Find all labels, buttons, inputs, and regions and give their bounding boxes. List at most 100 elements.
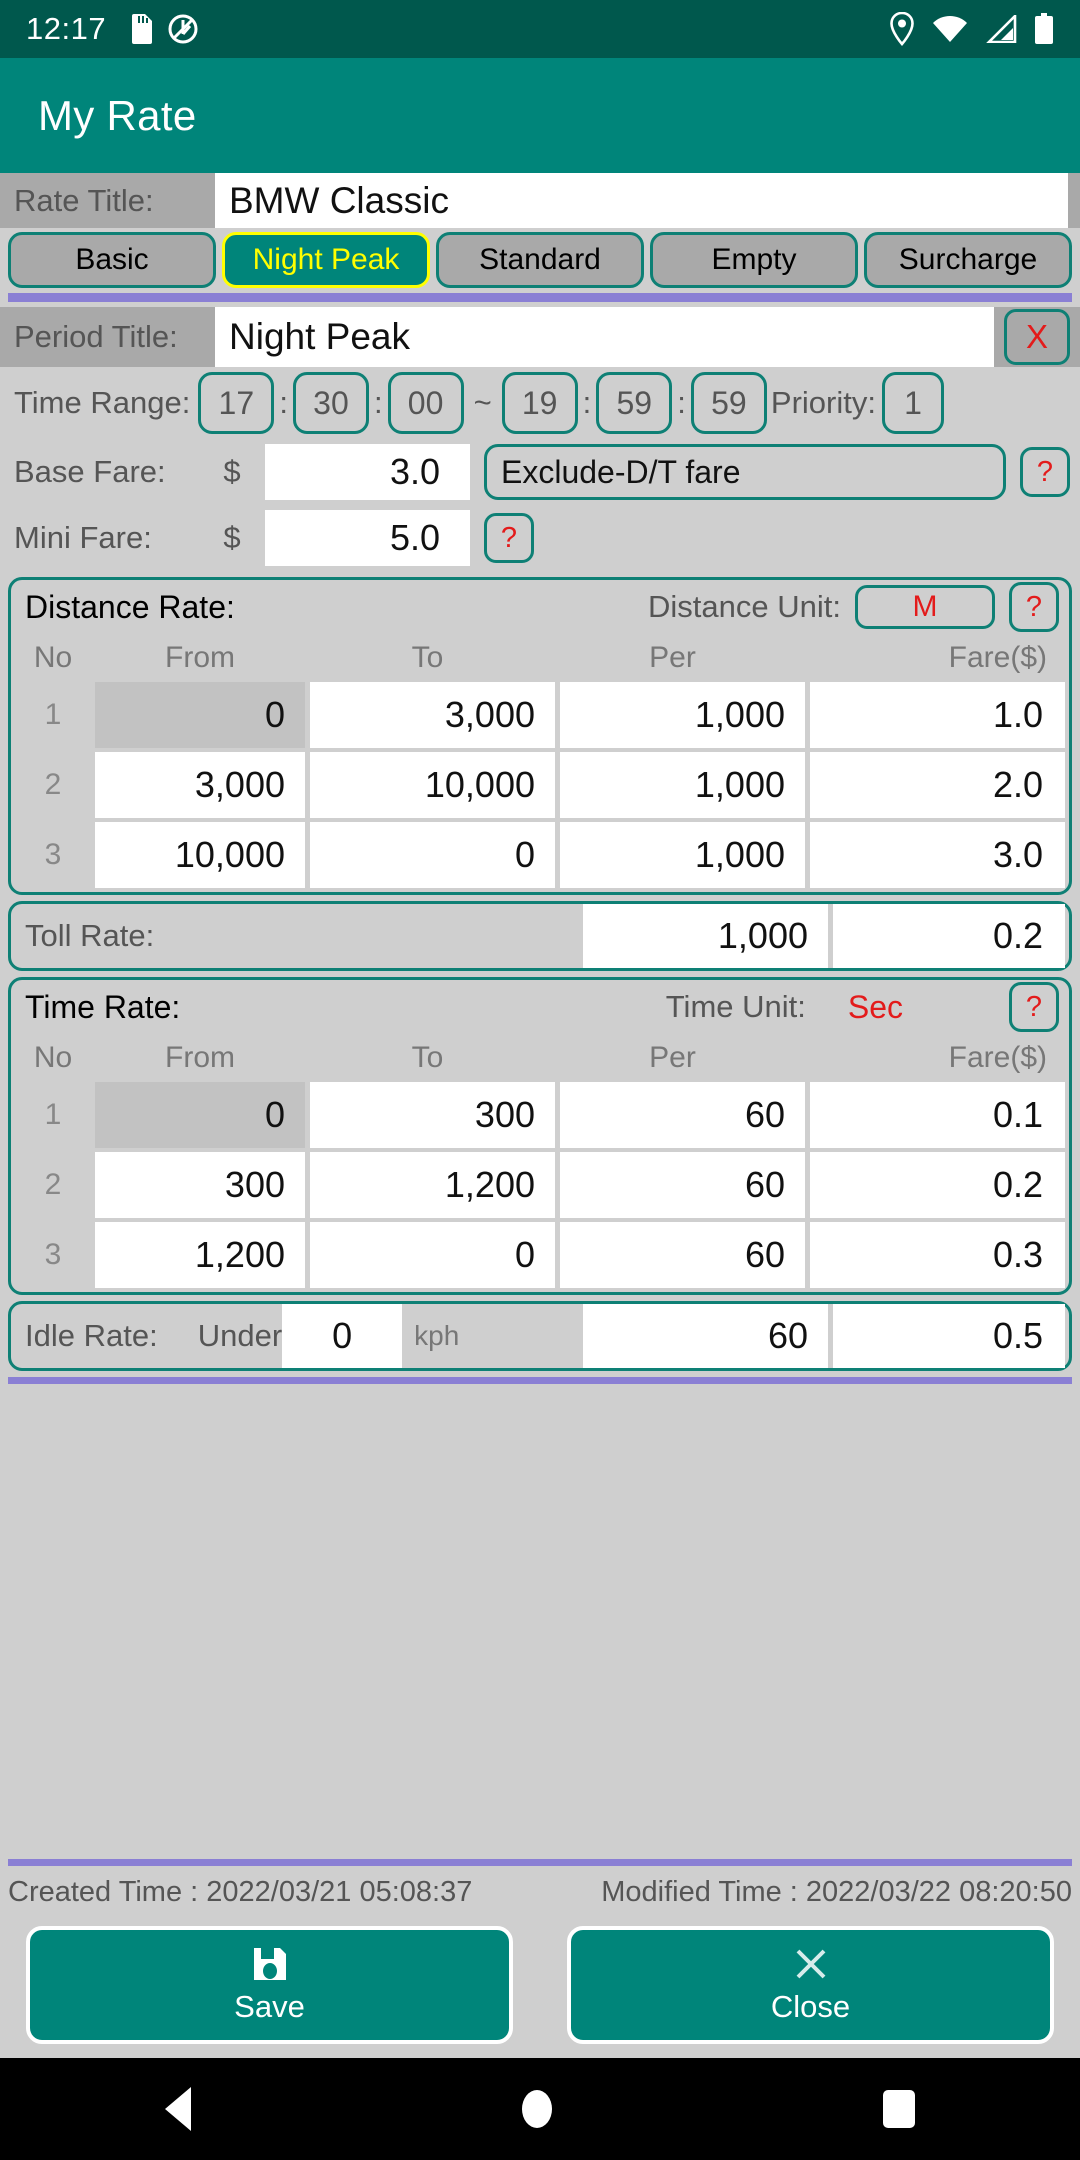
time-per-input[interactable]: 60	[560, 1082, 805, 1148]
tab-surcharge[interactable]: Surcharge	[864, 232, 1072, 288]
content-area: Rate Title: BMW Classic Basic Night Peak…	[0, 173, 1080, 2058]
status-left-icons	[128, 14, 198, 44]
close-x-icon	[796, 1949, 825, 1979]
end-second-input[interactable]: 59	[690, 372, 767, 434]
tab-empty[interactable]: Empty	[650, 232, 858, 288]
save-button[interactable]: Save	[26, 1926, 513, 2044]
distance-per-input[interactable]: 1,000	[560, 752, 805, 818]
time-unit-value[interactable]: Sec	[848, 989, 903, 1026]
divider-below-rates	[8, 1377, 1072, 1384]
start-minute-input[interactable]: 30	[292, 372, 369, 434]
base-fare-help-icon[interactable]: ?	[1020, 447, 1070, 497]
table-row: 2 300 1,200 60 0.2	[11, 1152, 1069, 1218]
idle-rate-row: Idle Rate: Under 0 kph 60 0.5	[11, 1304, 1069, 1368]
status-right-icons	[889, 12, 1054, 46]
distance-fare-input[interactable]: 1.0	[810, 682, 1065, 748]
back-icon[interactable]	[165, 2087, 192, 2131]
distance-to-input[interactable]: 10,000	[310, 752, 555, 818]
base-fare-input[interactable]: 3.0	[265, 444, 470, 500]
tab-standard[interactable]: Standard	[436, 232, 644, 288]
period-title-input[interactable]: Night Peak	[215, 307, 994, 367]
rate-title-label: Rate Title:	[0, 173, 215, 228]
distance-from-input[interactable]: 10,000	[95, 822, 305, 888]
col-no: No	[33, 641, 73, 674]
distance-to-input[interactable]: 3,000	[310, 682, 555, 748]
distance-unit-label: Distance Unit:	[648, 589, 841, 624]
page-title: My Rate	[38, 91, 197, 139]
table-row: 2 3,000 10,000 1,000 2.0	[11, 752, 1069, 818]
distance-rate-column-headers: No From To Per Fare($)	[11, 634, 1069, 682]
idle-speed-unit: kph	[414, 1320, 460, 1351]
status-bar: 12:17	[0, 0, 1080, 58]
time-from-input[interactable]: 300	[95, 1152, 305, 1218]
empty-space	[0, 1384, 1080, 1859]
period-tab-strip: Basic Night Peak Standard Empty Surcharg…	[0, 228, 1080, 293]
distance-rate-panel: Distance Rate: Distance Unit: M ? No Fro…	[8, 577, 1072, 895]
time-per-input[interactable]: 60	[560, 1222, 805, 1288]
app-screen: 1 2: 17 My Rate Rate Title: BMW Classic Ba…	[0, 0, 1080, 2160]
time-colon-4: :	[677, 385, 686, 420]
table-row: 1 0 300 60 0.1	[11, 1082, 1069, 1148]
priority-input[interactable]: 1	[882, 372, 944, 434]
time-to-input[interactable]: 300	[310, 1082, 555, 1148]
distance-unit-selector[interactable]: M	[855, 585, 995, 629]
idle-fare-input[interactable]: 0.5	[833, 1304, 1065, 1368]
idle-under-label: Under	[197, 1318, 283, 1353]
time-rate-title: Time Rate:	[25, 988, 181, 1025]
col-from: From	[165, 1041, 235, 1074]
time-to-input[interactable]: 1,200	[310, 1152, 555, 1218]
distance-from-input[interactable]: 3,000	[95, 752, 305, 818]
distance-per-input[interactable]: 1,000	[560, 822, 805, 888]
mini-fare-label: Mini Fare:	[14, 520, 152, 555]
idle-rate-labels: Idle Rate: Under	[11, 1304, 282, 1368]
rate-title-input[interactable]: BMW Classic	[215, 173, 1068, 228]
end-minute-input[interactable]: 59	[596, 372, 673, 434]
divider-above-footer	[8, 1859, 1072, 1866]
col-per: Per	[649, 641, 696, 674]
end-hour-input[interactable]: 19	[501, 372, 578, 434]
base-fare-mode-dropdown[interactable]: Exclude-D/T fare	[484, 444, 1006, 500]
distance-from-input: 0	[95, 682, 305, 748]
start-second-input[interactable]: 00	[387, 372, 464, 434]
sd-card-icon	[132, 14, 153, 44]
distance-fare-input[interactable]: 3.0	[810, 822, 1065, 888]
time-range-label: Time Range:	[14, 385, 191, 420]
time-rate-help-icon[interactable]: ?	[1009, 982, 1059, 1032]
row-number: 2	[44, 1168, 62, 1201]
time-to-input[interactable]: 0	[310, 1222, 555, 1288]
home-icon[interactable]	[521, 2090, 552, 2128]
time-range-separator: ~	[473, 385, 492, 420]
time-per-input[interactable]: 60	[560, 1152, 805, 1218]
toll-rate-fare-input[interactable]: 0.2	[833, 904, 1065, 968]
tab-night-peak[interactable]: Night Peak	[222, 232, 430, 288]
distance-to-input[interactable]: 0	[310, 822, 555, 888]
row-number: 3	[44, 838, 62, 871]
distance-rate-help-icon[interactable]: ?	[1009, 582, 1059, 632]
mini-fare-help-icon[interactable]: ?	[484, 513, 534, 563]
time-fare-input[interactable]: 0.2	[810, 1152, 1065, 1218]
time-from-input[interactable]: 1,200	[95, 1222, 305, 1288]
delete-period-button[interactable]: X	[1004, 309, 1070, 365]
save-button-label: Save	[234, 1989, 305, 2024]
col-fare: Fare($)	[948, 641, 1047, 674]
distance-fare-input[interactable]: 2.0	[810, 752, 1065, 818]
recents-icon[interactable]	[882, 2090, 915, 2128]
base-fare-row: Base Fare: $ 3.0 Exclude-D/T fare ?	[0, 439, 1080, 505]
mini-fare-input[interactable]: 5.0	[265, 510, 470, 566]
col-fare: Fare($)	[948, 1041, 1047, 1074]
close-button[interactable]: Close	[567, 1926, 1054, 2044]
col-from: From	[165, 641, 235, 674]
do-not-disturb-icon	[168, 14, 198, 44]
created-time: Created Time : 2022/03/21 05:08:37	[8, 1875, 473, 1908]
tab-basic[interactable]: Basic	[8, 232, 216, 288]
table-row: 1 0 3,000 1,000 1.0	[11, 682, 1069, 748]
time-fare-input[interactable]: 0.1	[810, 1082, 1065, 1148]
time-fare-input[interactable]: 0.3	[810, 1222, 1065, 1288]
idle-speed-input[interactable]: 0	[282, 1304, 403, 1368]
idle-per-input[interactable]: 60	[583, 1304, 828, 1368]
distance-per-input[interactable]: 1,000	[560, 682, 805, 748]
rate-title-row: Rate Title: BMW Classic	[0, 173, 1080, 228]
start-hour-input[interactable]: 17	[198, 372, 275, 434]
col-no: No	[33, 1041, 73, 1074]
toll-rate-per-input[interactable]: 1,000	[583, 904, 828, 968]
